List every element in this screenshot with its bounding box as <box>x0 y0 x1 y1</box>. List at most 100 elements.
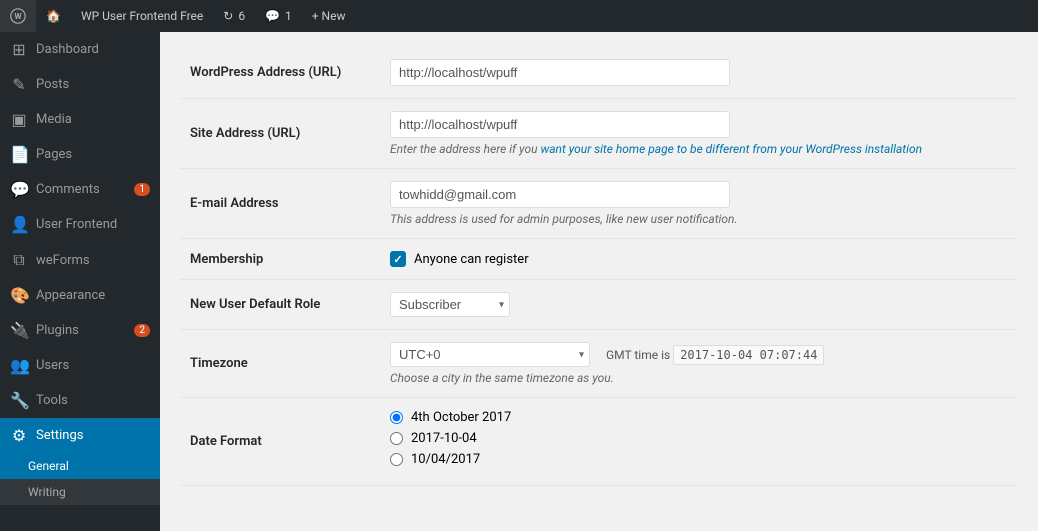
new-user-role-select[interactable]: Subscriber Administrator Editor Author C… <box>390 292 510 317</box>
main-content: WordPress Address (URL) Site Address (UR… <box>160 32 1038 531</box>
timezone-value-cell: UTC+0 UTC+1 UTC-5 ▾ GMT time is 2017-10-… <box>380 330 1018 398</box>
wordpress-address-row: WordPress Address (URL) <box>180 47 1018 99</box>
updates-link[interactable]: ↻ 6 <box>213 0 255 32</box>
email-input[interactable] <box>390 181 730 208</box>
sidebar-label-media: Media <box>36 112 72 127</box>
weforms-icon: ⧉ <box>10 250 28 270</box>
sidebar-item-settings[interactable]: ⚙ Settings <box>0 418 160 453</box>
sidebar-item-comments[interactable]: 💬 Comments 1 <box>0 172 160 207</box>
timezone-select[interactable]: UTC+0 UTC+1 UTC-5 <box>390 342 590 367</box>
settings-table: WordPress Address (URL) Site Address (UR… <box>180 47 1018 486</box>
plugins-icon: 🔌 <box>10 321 28 340</box>
sidebar-item-users[interactable]: 👥 Users <box>0 348 160 383</box>
sidebar-item-user-frontend[interactable]: 👤 User Frontend <box>0 207 160 242</box>
sidebar-item-dashboard[interactable]: ⊞ Dashboard <box>0 32 160 67</box>
date-format-radio-3[interactable] <box>390 453 403 466</box>
sidebar-item-posts[interactable]: ✎ Posts <box>0 67 160 102</box>
date-format-row: Date Format 4th October 2017 2017-10-04 <box>180 398 1018 486</box>
new-user-role-row: New User Default Role Subscriber Adminis… <box>180 280 1018 330</box>
sidebar-label-writing: Writing <box>28 485 66 499</box>
sidebar-item-appearance[interactable]: 🎨 Appearance <box>0 278 160 313</box>
timezone-control-row: UTC+0 UTC+1 UTC-5 ▾ GMT time is 2017-10-… <box>390 342 1008 367</box>
email-row: E-mail Address This address is used for … <box>180 169 1018 239</box>
new-user-role-select-wrapper: Subscriber Administrator Editor Author C… <box>390 292 510 317</box>
membership-checkbox-row: Anyone can register <box>390 251 1008 267</box>
gmt-label: GMT time is <box>606 348 670 362</box>
sidebar-label-dashboard: Dashboard <box>36 42 99 57</box>
date-format-label: Date Format <box>180 398 380 486</box>
home-icon[interactable]: 🏠 <box>36 0 71 32</box>
date-format-option-1: 4th October 2017 <box>390 410 1008 425</box>
date-format-option-2: 2017-10-04 <box>390 431 1008 446</box>
dashboard-icon: ⊞ <box>10 40 28 59</box>
sidebar-label-posts: Posts <box>36 77 69 92</box>
timezone-select-wrapper: UTC+0 UTC+1 UTC-5 ▾ <box>390 342 590 367</box>
media-icon: ▣ <box>10 110 28 129</box>
sidebar-label-comments: Comments <box>36 182 100 197</box>
date-format-value-cell: 4th October 2017 2017-10-04 10/04/2017 <box>380 398 1018 486</box>
email-value-cell: This address is used for admin purposes,… <box>380 169 1018 239</box>
site-address-helper: Enter the address here if you want your … <box>390 142 1008 156</box>
sidebar-label-users: Users <box>36 358 69 373</box>
sidebar-item-writing[interactable]: Writing <box>0 479 160 505</box>
new-user-role-value-cell: Subscriber Administrator Editor Author C… <box>380 280 1018 330</box>
pages-icon: 📄 <box>10 145 28 164</box>
timezone-helper: Choose a city in the same timezone as yo… <box>390 371 1008 385</box>
settings-submenu: General Writing <box>0 453 160 505</box>
date-format-radio-2[interactable] <box>390 432 403 445</box>
wordpress-address-label: WordPress Address (URL) <box>180 47 380 99</box>
site-address-label: Site Address (URL) <box>180 99 380 169</box>
sidebar: ⊞ Dashboard ✎ Posts ▣ Media 📄 Pages 💬 Co… <box>0 32 160 531</box>
sidebar-label-plugins: Plugins <box>36 323 79 338</box>
site-name[interactable]: WP User Frontend Free <box>71 0 213 32</box>
sidebar-label-appearance: Appearance <box>36 288 105 303</box>
wp-logo[interactable]: W <box>0 0 36 32</box>
tools-icon: 🔧 <box>10 391 28 410</box>
email-helper: This address is used for admin purposes,… <box>390 212 1008 226</box>
date-format-label-2: 2017-10-04 <box>411 431 477 446</box>
sidebar-item-weforms[interactable]: ⧉ weForms <box>0 242 160 278</box>
gmt-info: GMT time is 2017-10-04 07:07:44 <box>606 348 824 362</box>
user-frontend-icon: 👤 <box>10 215 28 234</box>
sidebar-label-tools: Tools <box>36 393 68 408</box>
date-format-radio-1[interactable] <box>390 411 403 424</box>
comments-link[interactable]: 💬 1 <box>255 0 302 32</box>
sidebar-item-media[interactable]: ▣ Media <box>0 102 160 137</box>
timezone-label: Timezone <box>180 330 380 398</box>
sidebar-label-settings: Settings <box>36 428 83 443</box>
membership-row: Membership Anyone can register <box>180 239 1018 280</box>
sidebar-label-user-frontend: User Frontend <box>36 217 117 232</box>
sidebar-item-general[interactable]: General <box>0 453 160 479</box>
email-label: E-mail Address <box>180 169 380 239</box>
comments-badge: 1 <box>134 183 150 196</box>
admin-bar: W 🏠 WP User Frontend Free ↻ 6 💬 1 + New <box>0 0 1038 32</box>
sidebar-item-tools[interactable]: 🔧 Tools <box>0 383 160 418</box>
wordpress-address-value-cell <box>380 47 1018 99</box>
posts-icon: ✎ <box>10 75 28 94</box>
sidebar-label-general: General <box>28 459 69 473</box>
users-icon: 👥 <box>10 356 28 375</box>
date-format-option-3: 10/04/2017 <box>390 452 1008 467</box>
date-format-label-1: 4th October 2017 <box>411 410 511 425</box>
content-area: WordPress Address (URL) Site Address (UR… <box>160 32 1038 501</box>
settings-icon: ⚙ <box>10 426 28 445</box>
wordpress-address-input[interactable] <box>390 59 730 86</box>
site-address-value-cell: Enter the address here if you want your … <box>380 99 1018 169</box>
site-address-row: Site Address (URL) Enter the address her… <box>180 99 1018 169</box>
membership-value-cell: Anyone can register <box>380 239 1018 280</box>
site-address-helper-text: Enter the address here if you <box>390 142 538 156</box>
sidebar-label-pages: Pages <box>36 147 72 162</box>
new-content[interactable]: + New <box>302 0 356 32</box>
comments-icon: 💬 <box>10 180 28 199</box>
plugins-badge: 2 <box>134 324 150 337</box>
appearance-icon: 🎨 <box>10 286 28 305</box>
timezone-row: Timezone UTC+0 UTC+1 UTC-5 ▾ <box>180 330 1018 398</box>
site-address-input[interactable] <box>390 111 730 138</box>
date-format-label-3: 10/04/2017 <box>411 452 480 467</box>
anyone-can-register-checkbox[interactable] <box>390 251 406 267</box>
sidebar-label-weforms: weForms <box>36 253 90 268</box>
sidebar-item-pages[interactable]: 📄 Pages <box>0 137 160 172</box>
site-address-helper-link[interactable]: want your site home page to be different… <box>540 142 922 156</box>
membership-label: Membership <box>180 239 380 280</box>
sidebar-item-plugins[interactable]: 🔌 Plugins 2 <box>0 313 160 348</box>
